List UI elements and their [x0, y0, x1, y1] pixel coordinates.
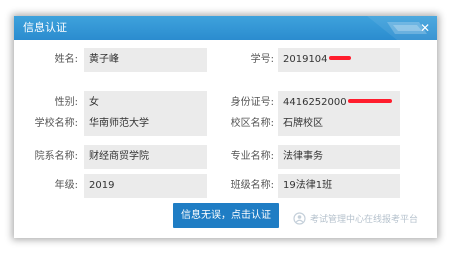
name-label: 姓名: [54, 54, 78, 65]
platform-logo-icon [293, 211, 306, 225]
dialog-titlebar: 信息认证 ✕ [14, 16, 437, 40]
name-value: 黄子峰 [89, 54, 119, 65]
redaction-mark [328, 56, 351, 60]
school-label: 学校名称: [34, 118, 78, 129]
major-field: 法律事务 [278, 145, 400, 169]
verification-dialog: 信息认证 ✕ 姓名: 黄子峰 学号: 2019104 性别: 女 身份证号: 4… [14, 16, 437, 238]
school-value: 华南师范大学 [89, 118, 149, 129]
campus-value: 石牌校区 [283, 118, 323, 129]
department-value: 财经商贸学院 [89, 151, 149, 162]
department-label: 院系名称: [34, 151, 78, 162]
gender-value: 女 [89, 97, 99, 108]
grade-label: 年级: [54, 180, 78, 191]
department-field: 财经商贸学院 [84, 145, 207, 169]
dialog-title: 信息认证 [23, 21, 67, 34]
watermark-text: 考试管理中心在线报考平台 [310, 214, 419, 225]
school-field: 华南师范大学 [84, 112, 207, 136]
student-id-field: 2019104 [278, 48, 400, 72]
confirm-verification-button[interactable]: 信息无误，点击认证 [173, 203, 279, 228]
class-field: 19法律1班 [278, 174, 400, 198]
campus-label: 校区名称: [230, 118, 274, 129]
grade-field: 2019 [84, 174, 207, 198]
close-icon[interactable]: ✕ [413, 16, 437, 40]
student-id-value: 2019104 [283, 54, 328, 65]
grade-value: 2019 [89, 180, 115, 191]
class-value: 19法律1班 [283, 180, 333, 191]
major-label: 专业名称: [230, 151, 274, 162]
id-number-value: 4416252000 [283, 97, 347, 108]
name-field: 黄子峰 [84, 48, 207, 72]
campus-field: 石牌校区 [278, 112, 400, 136]
major-value: 法律事务 [283, 151, 323, 162]
redaction-mark [347, 99, 392, 103]
class-label: 班级名称: [230, 180, 274, 191]
student-id-label: 学号: [250, 54, 274, 65]
platform-watermark: 考试管理中心在线报考平台 [293, 211, 418, 225]
